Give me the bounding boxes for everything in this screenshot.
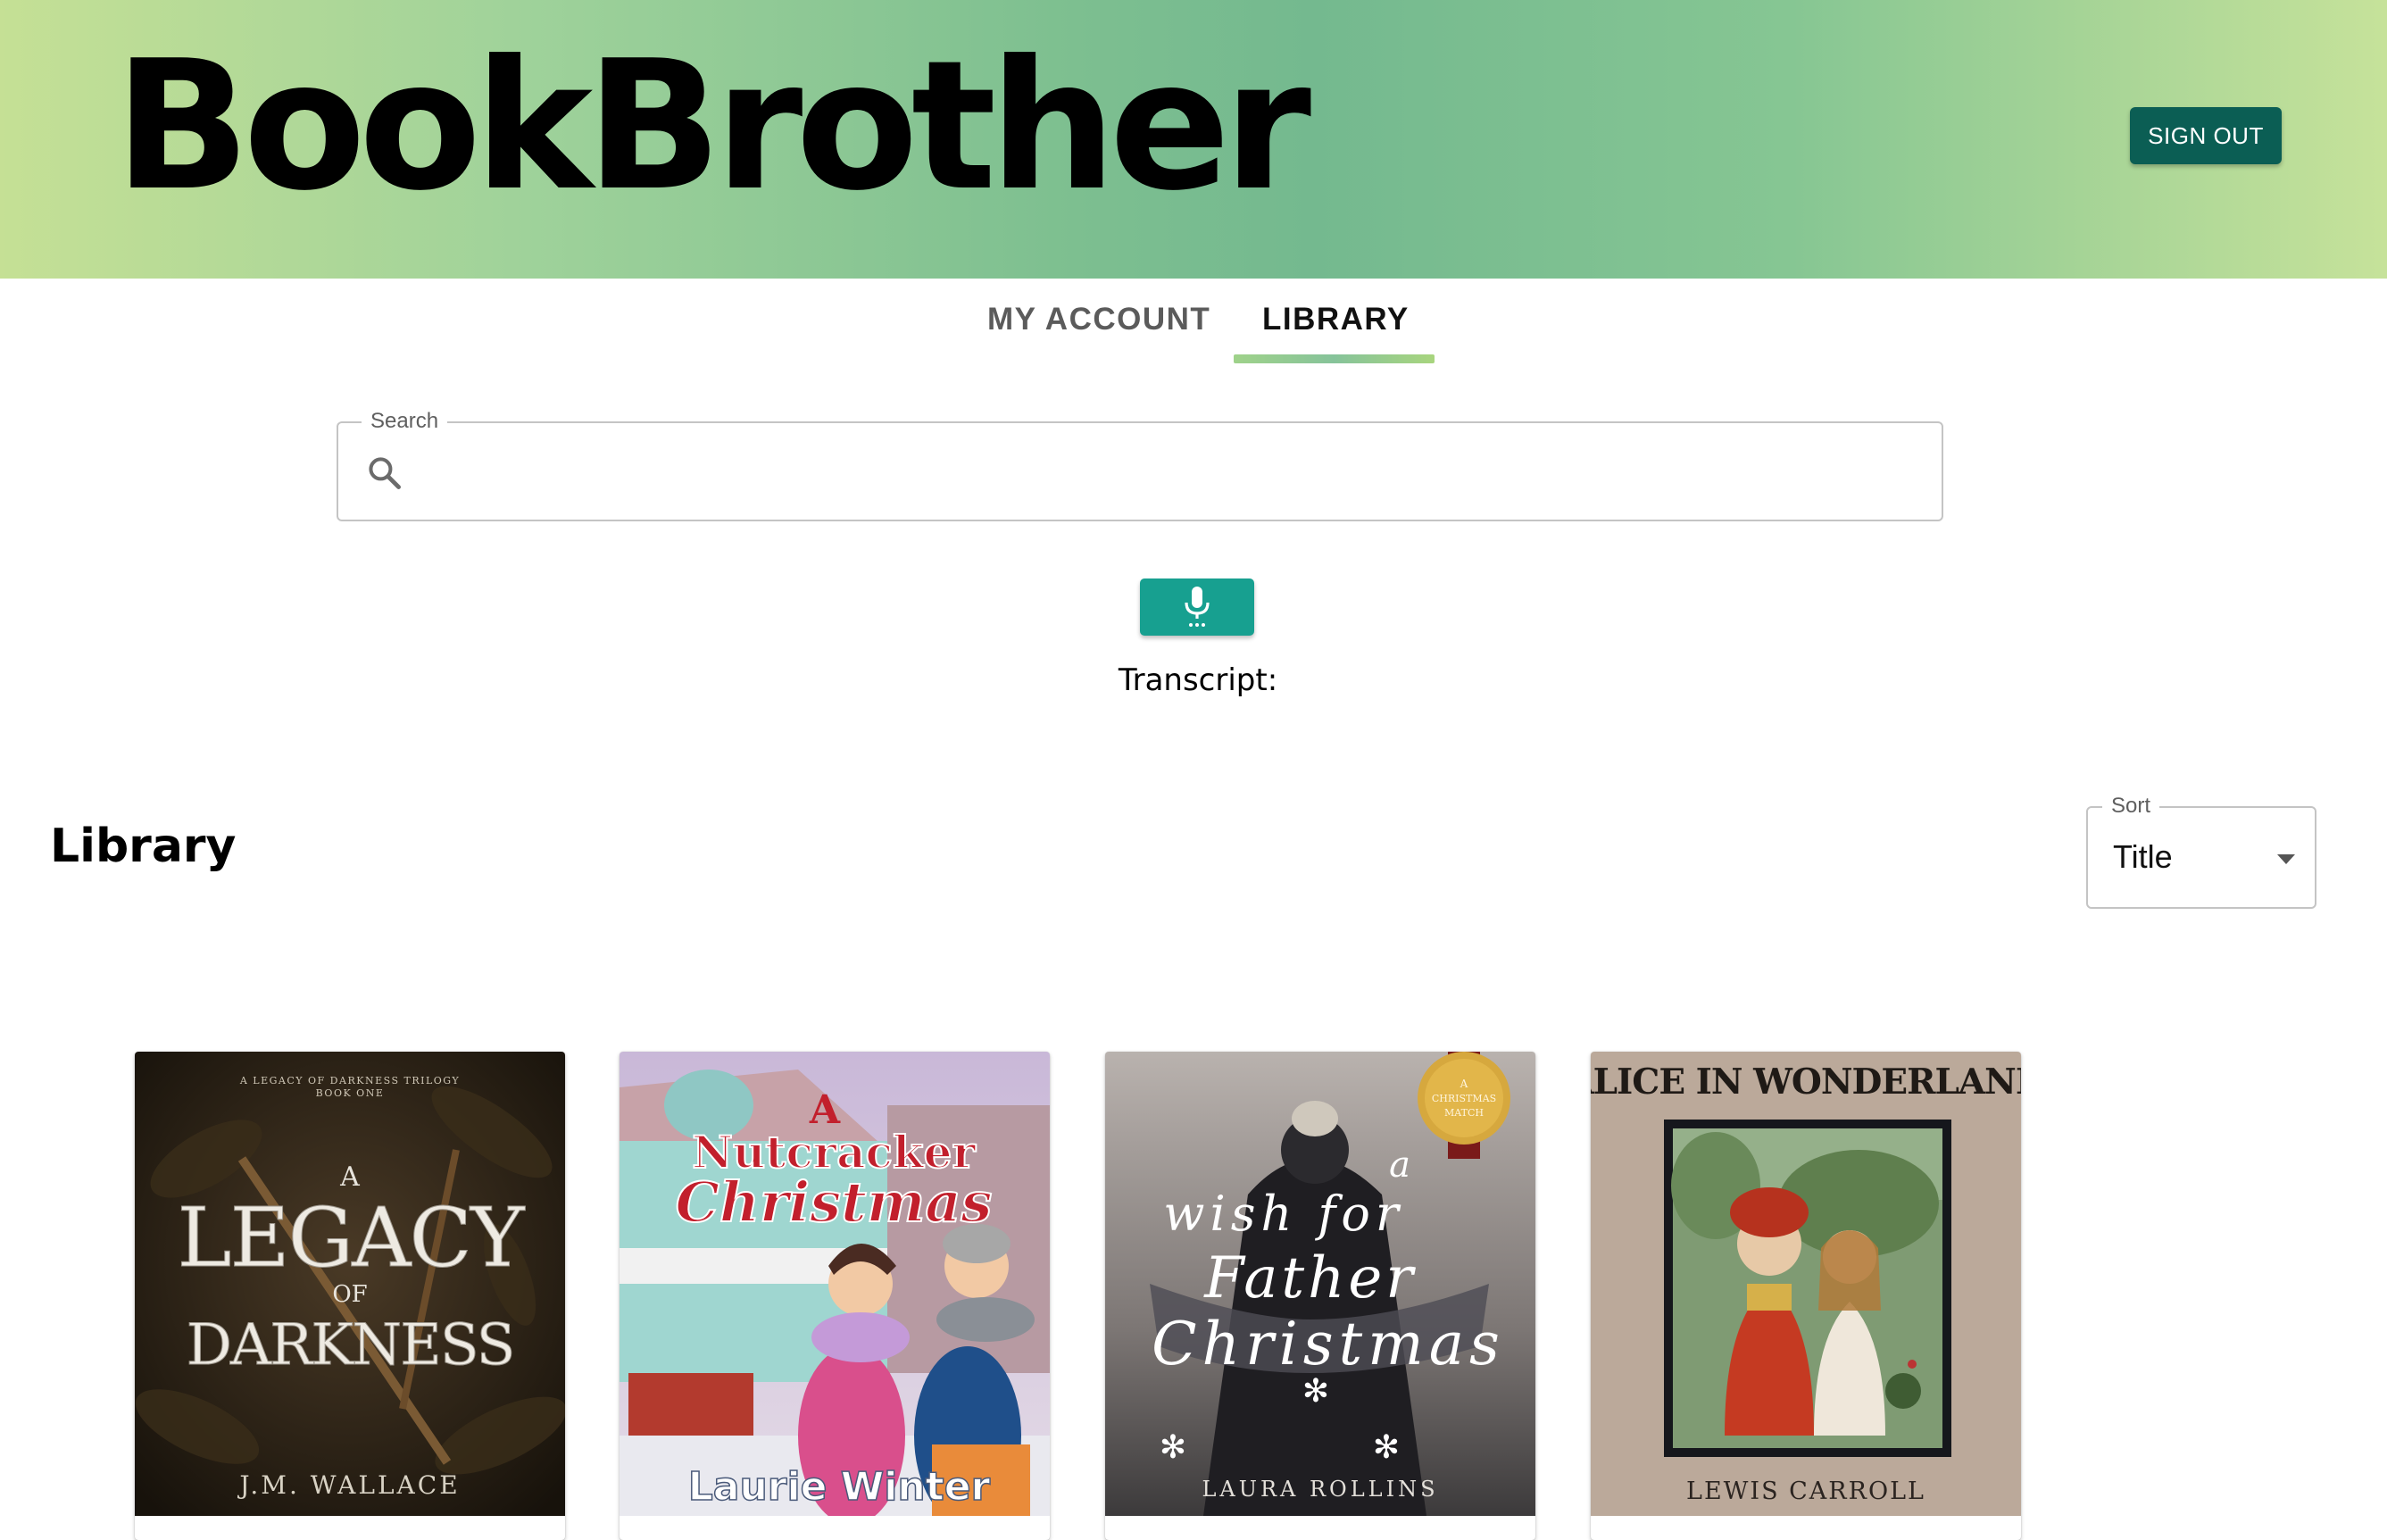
brand-logo[interactable]: BookBrother	[114, 37, 1311, 216]
book-title-continued: Father	[1203, 1245, 1417, 1311]
snowflake-icon: ✻	[1160, 1428, 1186, 1465]
book-badge-line3: MATCH	[1444, 1107, 1484, 1119]
book-title-end: Christmas	[1152, 1310, 1505, 1378]
book-title: ALICE IN WONDERLAND	[1591, 1061, 2021, 1103]
transcript-label: Transcript:	[1118, 662, 1278, 698]
voice-search-button[interactable]	[1140, 579, 1254, 636]
book-title: wish for	[1163, 1186, 1403, 1242]
book-cover[interactable]: ALICE IN WONDERLAND LEWIS CARROLL	[1591, 1052, 2021, 1516]
book-title-continued: Christmas	[676, 1170, 993, 1235]
book-author: LAURA ROLLINS	[1202, 1477, 1438, 1502]
nav-tabs: MY ACCOUNT LIBRARY	[0, 279, 2387, 364]
sort-label: Sort	[2102, 794, 2160, 819]
book-card[interactable]: A Nutcracker Christmas Laurie Winter	[620, 1052, 1050, 1540]
tab-my-account[interactable]: MY ACCOUNT	[987, 302, 1210, 337]
book-cover[interactable]: A Nutcracker Christmas Laurie Winter	[620, 1052, 1050, 1516]
book-cover[interactable]: A LEGACY OF DARKNESS TRILOGY BOOK ONE A …	[135, 1052, 565, 1516]
book-author: Laurie Winter	[688, 1464, 991, 1510]
app-header: BookBrother SIGN OUT	[0, 0, 2387, 279]
book-badge-line2: CHRISTMAS	[1432, 1093, 1496, 1104]
book-title-of: OF	[332, 1281, 367, 1308]
book-cover[interactable]: A CHRISTMAS MATCH a wish for Father Chri…	[1105, 1052, 1535, 1516]
book-card[interactable]: A LEGACY OF DARKNESS TRILOGY BOOK ONE A …	[135, 1052, 565, 1540]
snowflake-icon: ✻	[1302, 1372, 1329, 1409]
book-title-article: a	[1389, 1145, 1410, 1186]
book-title-article: A	[339, 1161, 360, 1193]
search-input[interactable]	[419, 441, 1918, 504]
library-heading: Library	[50, 820, 237, 873]
book-card[interactable]: ALICE IN WONDERLAND LEWIS CARROLL	[1591, 1052, 2021, 1540]
snowflake-icon: ✻	[1373, 1428, 1400, 1465]
book-author: LEWIS CARROLL	[1686, 1478, 1925, 1505]
book-series-number: BOOK ONE	[316, 1087, 385, 1099]
book-title-continued: DARKNESS	[187, 1312, 514, 1378]
sort-selected-value: Title	[2113, 838, 2173, 875]
search-field[interactable]: Search	[337, 409, 1943, 521]
book-card[interactable]: A CHRISTMAS MATCH a wish for Father Chri…	[1105, 1052, 1535, 1540]
book-series-line: A LEGACY OF DARKNESS TRILOGY	[239, 1075, 460, 1086]
sort-select[interactable]: Sort Title	[2086, 794, 2316, 909]
search-icon	[369, 457, 401, 489]
active-tab-indicator	[1234, 354, 1435, 363]
microphone-icon	[1185, 587, 1210, 627]
search-label: Search	[362, 409, 448, 434]
sign-out-button[interactable]: SIGN OUT	[2130, 107, 2282, 164]
book-title: LEGACY	[177, 1190, 526, 1286]
book-author: J.M. WALLACE	[237, 1470, 460, 1500]
chevron-down-icon	[2277, 854, 2295, 864]
book-badge-line1: A	[1460, 1078, 1468, 1090]
tab-library[interactable]: LIBRARY	[1262, 302, 1410, 337]
